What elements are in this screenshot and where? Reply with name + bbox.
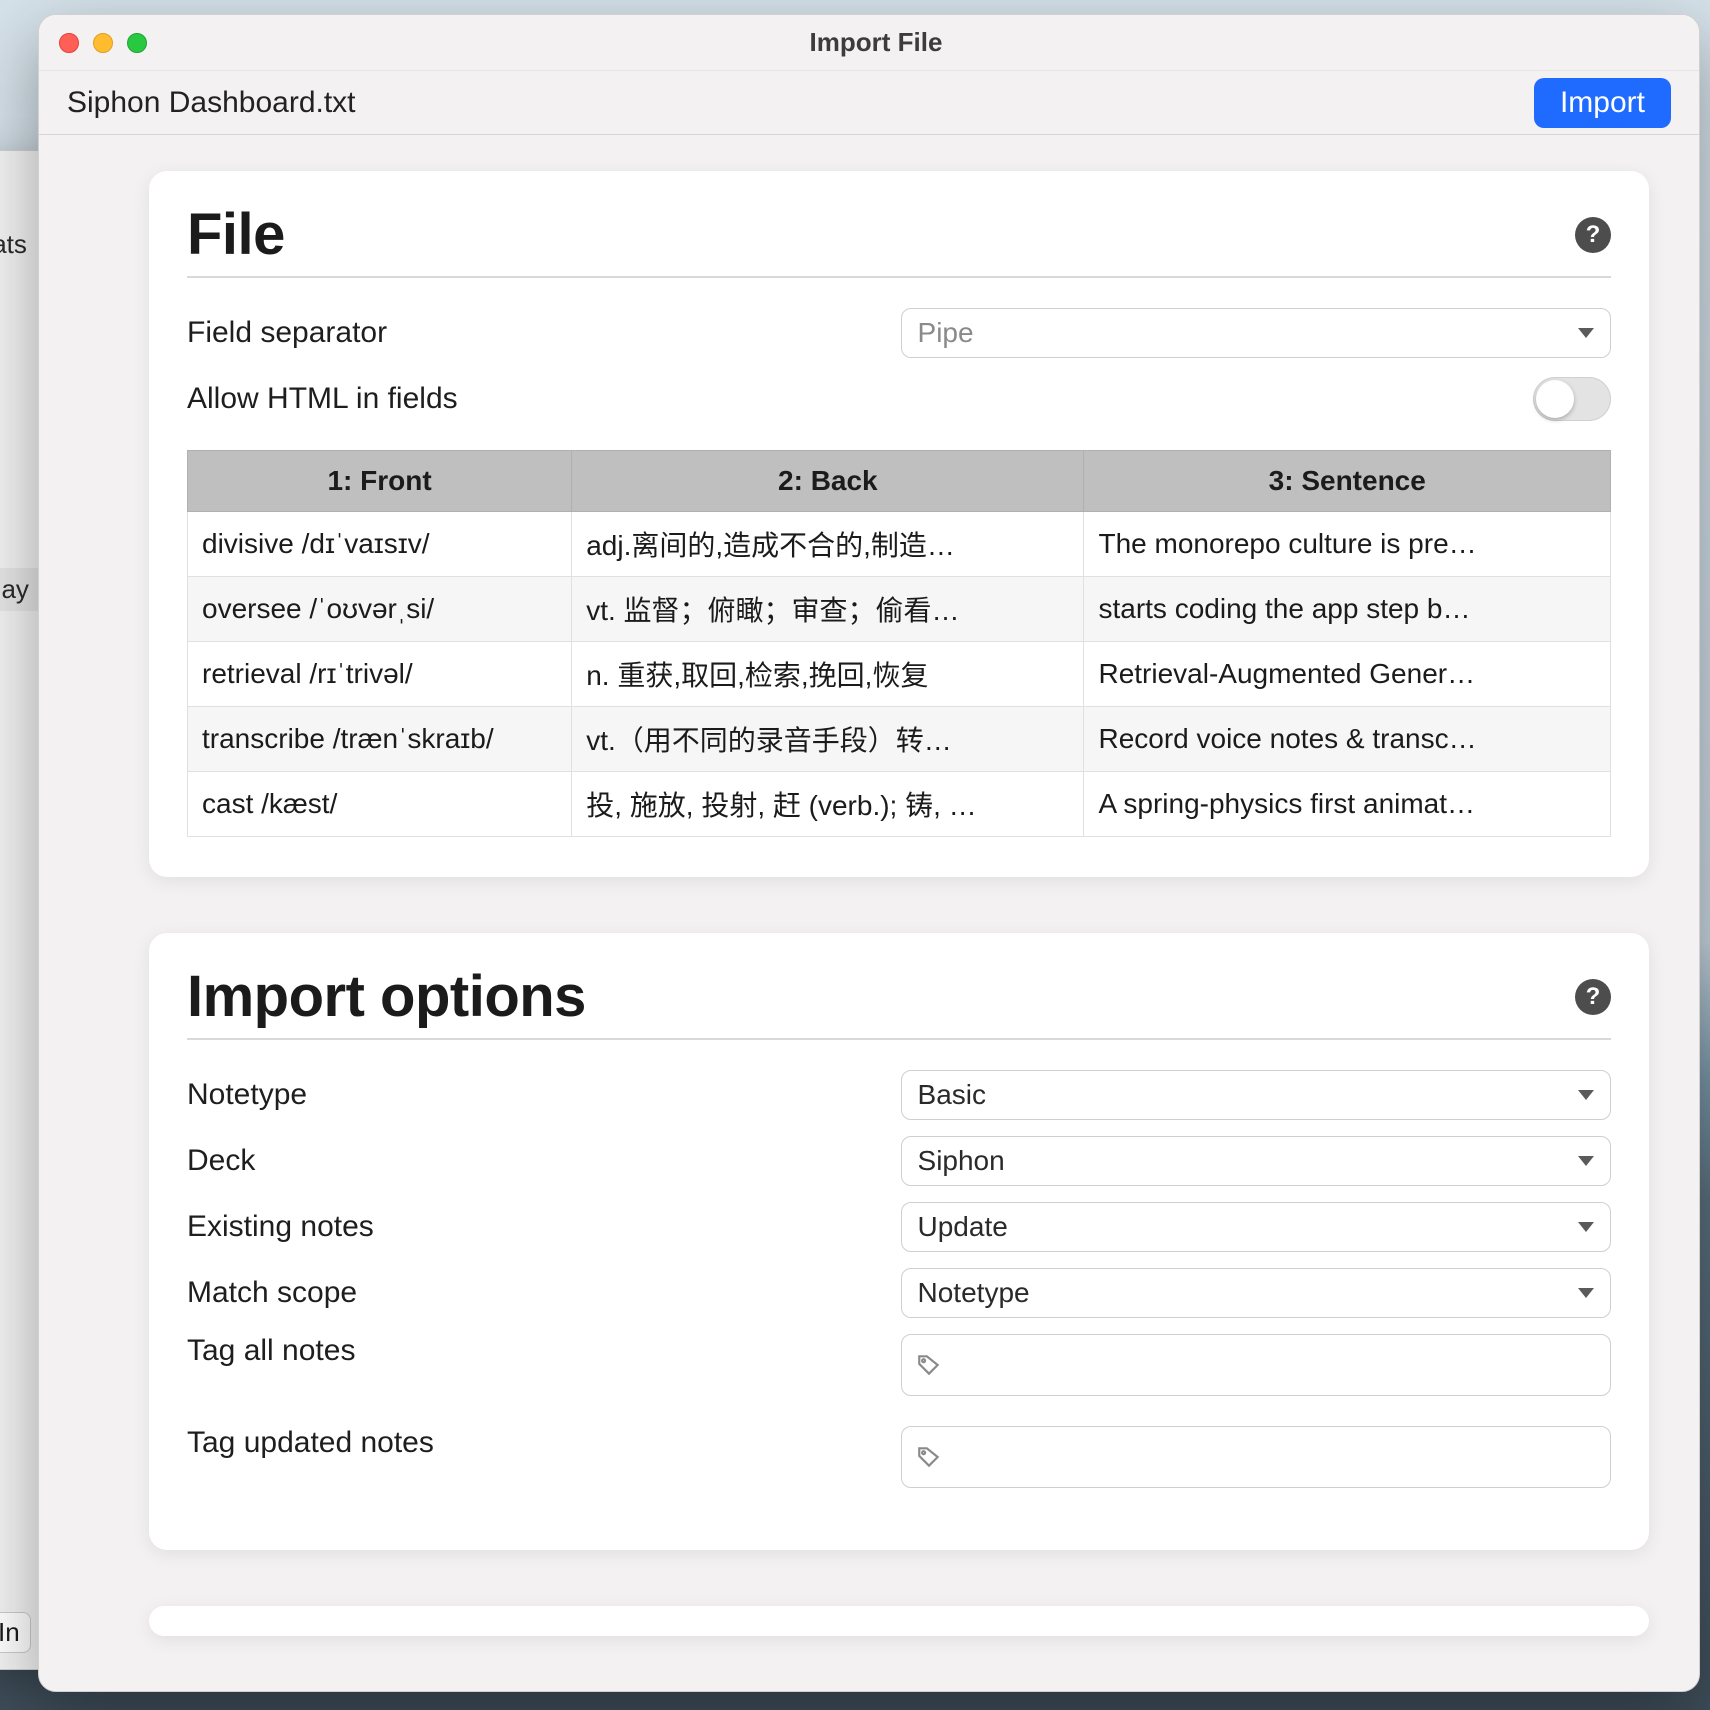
bg-button[interactable]: In [0,1612,31,1653]
col-front-header: 1: Front [188,451,572,512]
allow-html-label: Allow HTML in fields [187,382,871,416]
existing-notes-value: Update [918,1211,1008,1243]
notetype-value: Basic [918,1079,986,1111]
file-heading: File [187,201,285,268]
import-file-window: Import File Siphon Dashboard.txt Import … [38,14,1700,1692]
zoom-icon[interactable] [127,33,147,53]
cell-sentence: Retrieval-Augmented Gener… [1084,642,1611,707]
tag-updated-notes-label: Tag updated notes [187,1426,871,1460]
cell-sentence: Record voice notes & transc… [1084,707,1611,772]
table-row: oversee /ˈoʊvərˌsi/ vt. 监督；俯瞰；审查；偷看… sta… [188,577,1611,642]
cell-back: 投, 施放, 投射, 赶 (verb.); 铸, … [572,772,1084,837]
field-separator-select[interactable]: Pipe [901,308,1611,358]
cell-back: adj.离间的,造成不合的,制造… [572,512,1084,577]
content-scroll[interactable]: File ? Field separator Pipe Allow HTML i… [39,135,1699,1691]
chevron-down-icon [1578,1090,1594,1100]
cell-sentence: A spring-physics first animat… [1084,772,1611,837]
existing-notes-label: Existing notes [187,1210,871,1244]
chevron-down-icon [1578,1288,1594,1298]
chevron-down-icon [1578,1222,1594,1232]
toolbar: Siphon Dashboard.txt Import [39,71,1699,135]
cell-front: retrieval /rɪˈtrivəl/ [188,642,572,707]
notetype-select[interactable]: Basic [901,1070,1611,1120]
col-sentence-header: 3: Sentence [1084,451,1611,512]
cell-front: divisive /dɪˈvaɪsɪv/ [188,512,572,577]
cell-sentence: starts coding the app step b… [1084,577,1611,642]
match-scope-value: Notetype [918,1277,1030,1309]
deck-label: Deck [187,1144,871,1178]
cell-front: cast /kæst/ [188,772,572,837]
close-icon[interactable] [59,33,79,53]
help-icon[interactable]: ? [1575,979,1611,1015]
window-title: Import File [147,27,1605,58]
deck-value: Siphon [918,1145,1005,1177]
filename-label: Siphon Dashboard.txt [67,86,356,120]
notetype-label: Notetype [187,1078,871,1112]
table-row: cast /kæst/ 投, 施放, 投射, 赶 (verb.); 铸, … A… [188,772,1611,837]
traffic-lights [59,33,147,53]
tag-all-notes-input[interactable] [901,1334,1611,1396]
chevron-down-icon [1578,328,1594,338]
next-card-peek [149,1606,1649,1636]
allow-html-toggle[interactable] [1533,377,1611,421]
cell-front: oversee /ˈoʊvərˌsi/ [188,577,572,642]
titlebar: Import File [39,15,1699,71]
import-options-heading: Import options [187,963,586,1030]
minimize-icon[interactable] [93,33,113,53]
match-scope-select[interactable]: Notetype [901,1268,1611,1318]
col-back-header: 2: Back [572,451,1084,512]
import-button[interactable]: Import [1534,78,1671,128]
cell-back: vt. 监督；俯瞰；审查；偷看… [572,577,1084,642]
field-separator-label: Field separator [187,316,871,350]
cell-front: transcribe /trænˈskraɪb/ [188,707,572,772]
tag-icon [916,1444,942,1470]
table-row: transcribe /trænˈskraɪb/ vt.（用不同的录音手段）转…… [188,707,1611,772]
toggle-knob [1536,380,1574,418]
tag-all-notes-label: Tag all notes [187,1334,871,1368]
table-row: divisive /dɪˈvaɪsɪv/ adj.离间的,造成不合的,制造… T… [188,512,1611,577]
tag-updated-notes-input[interactable] [901,1426,1611,1488]
cell-back: n. 重获,取回,检索,挽回,恢复 [572,642,1084,707]
field-separator-value: Pipe [918,317,974,349]
existing-notes-select[interactable]: Update [901,1202,1611,1252]
cell-sentence: The monorepo culture is pre… [1084,512,1611,577]
match-scope-label: Match scope [187,1276,871,1310]
cell-back: vt.（用不同的录音手段）转… [572,707,1084,772]
deck-select[interactable]: Siphon [901,1136,1611,1186]
import-options-card: Import options ? Notetype Basic Deck Sip… [149,933,1649,1550]
table-row: retrieval /rɪˈtrivəl/ n. 重获,取回,检索,挽回,恢复 … [188,642,1611,707]
help-icon[interactable]: ? [1575,217,1611,253]
tag-icon [916,1352,942,1378]
file-card: File ? Field separator Pipe Allow HTML i… [149,171,1649,877]
preview-table: 1: Front 2: Back 3: Sentence divisive /d… [187,450,1611,837]
chevron-down-icon [1578,1156,1594,1166]
